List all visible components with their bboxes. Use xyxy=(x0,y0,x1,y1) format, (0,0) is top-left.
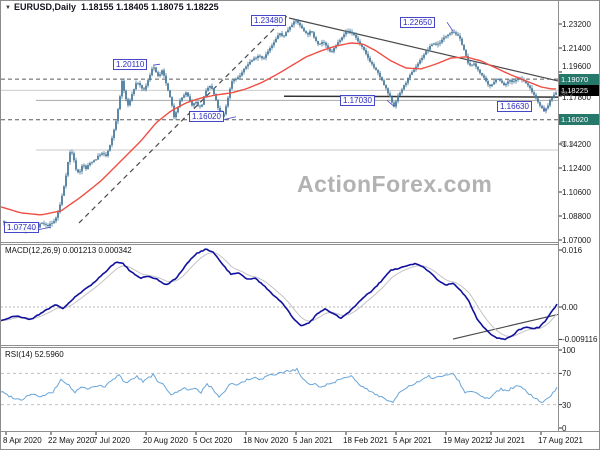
price-axis-label: 1.21400 xyxy=(562,44,591,53)
price-annotation-box: 1.20110 xyxy=(113,59,147,70)
date-label: 5 Jan 2021 xyxy=(293,436,333,445)
macd-axis-label: 0.00 xyxy=(562,303,578,312)
price-axis-label: 1.07000 xyxy=(562,236,591,245)
date-label: 18 Feb 2021 xyxy=(343,436,388,445)
rsi-axis-label: 30 xyxy=(562,401,571,410)
rsi-indicator-label: RSI(14) 52.5960 xyxy=(5,350,64,359)
price-axis-label: 1.23200 xyxy=(562,20,591,29)
candle-wicks xyxy=(4,19,556,233)
symbol-title: EURUSD,Daily xyxy=(14,2,76,12)
price-axis-label: 1.19600 xyxy=(562,62,591,71)
macd-signal-line xyxy=(1,253,557,337)
panel-separator-rsi[interactable] xyxy=(1,345,558,348)
chart-canvas[interactable] xyxy=(1,1,600,450)
chart-window: ActionForex.com ▼EURUSD,Daily1.18155 1.1… xyxy=(0,0,600,450)
date-label: 2 Jul 2021 xyxy=(488,436,525,445)
price-tag: 1.16020 xyxy=(559,114,600,125)
moving-average-line xyxy=(1,43,556,215)
annotation-connector xyxy=(387,100,394,106)
date-label: 7 Jul 2020 xyxy=(93,436,130,445)
price-annotation-box: 1.07740 xyxy=(4,222,39,233)
date-label: 8 Apr 2020 xyxy=(3,436,42,445)
date-label: 5 Apr 2021 xyxy=(393,436,432,445)
trendline xyxy=(284,96,558,97)
date-label: 17 Aug 2021 xyxy=(538,436,583,445)
price-annotation-box: 1.16020 xyxy=(189,111,224,122)
macd-indicator-label: MACD(12,26,9) 0.001213 0.000342 xyxy=(5,246,132,255)
ohlc-values: 1.18155 1.18405 1.18075 1.18225 xyxy=(81,2,219,12)
macd-axis-label: 0.016 xyxy=(562,246,582,255)
price-annotation-box: 1.17030 xyxy=(340,95,375,106)
date-label: 19 May 2021 xyxy=(443,436,489,445)
annotation-connector xyxy=(153,64,160,65)
macd-axis-label: -0.009116 xyxy=(562,335,597,344)
time-axis-border xyxy=(1,431,600,432)
price-annotation-box: 1.22650 xyxy=(400,17,435,28)
price-axis-label: 1.12400 xyxy=(562,164,591,173)
date-label: 5 Oct 2020 xyxy=(193,436,232,445)
rsi-axis-label: 100 xyxy=(562,346,575,355)
price-annotation-box: 1.23480 xyxy=(251,15,286,26)
date-label: 18 Nov 2020 xyxy=(243,436,288,445)
fib-level-label: 61.8 xyxy=(560,141,574,148)
fib-level-label: 38.2 xyxy=(560,91,574,98)
price-tag: 1.19070 xyxy=(559,74,600,85)
price-annotation-box: 1.16630 xyxy=(497,101,532,112)
chart-header: ▼EURUSD,Daily 1.18155 1.18405 1.18075 1.1… xyxy=(5,2,219,12)
macd-line xyxy=(1,249,557,339)
price-axis-label: 1.08800 xyxy=(562,212,591,221)
price-axis-border xyxy=(558,1,559,431)
symbol-dropdown-icon[interactable]: ▼ xyxy=(5,5,11,11)
price-axis-label: 1.10600 xyxy=(562,188,591,197)
rsi-axis-label: 0 xyxy=(562,424,566,433)
date-label: 22 May 2020 xyxy=(48,436,94,445)
panel-separator-macd[interactable] xyxy=(1,242,558,245)
annotation-connector xyxy=(447,22,453,31)
candle-bodies xyxy=(4,21,556,232)
date-label: 20 Aug 2020 xyxy=(143,436,188,445)
rsi-axis-label: 70 xyxy=(562,369,571,378)
trendline xyxy=(79,14,289,223)
